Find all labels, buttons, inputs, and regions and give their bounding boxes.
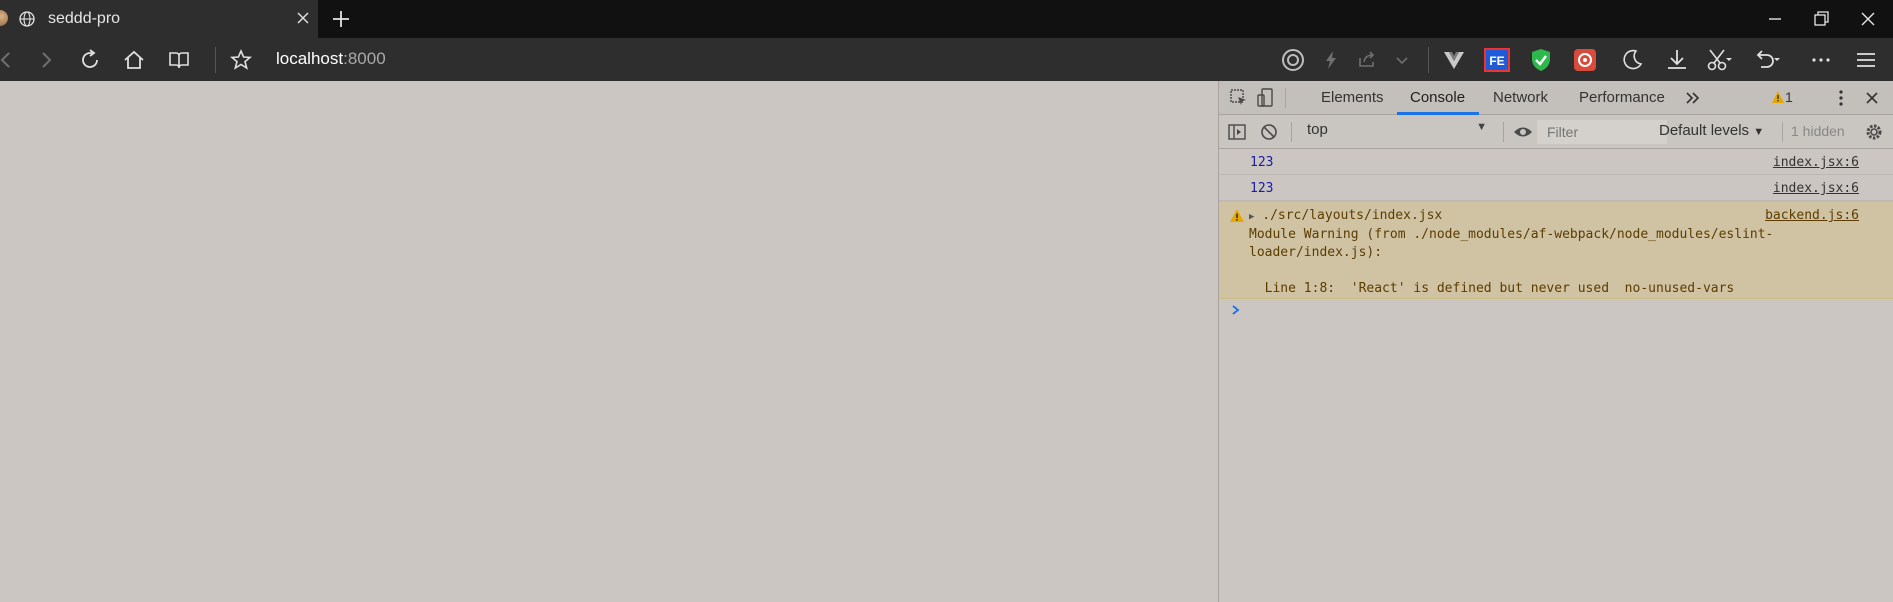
caret-down-icon: ▼ — [1476, 121, 1487, 133]
close-tab-icon[interactable] — [294, 9, 312, 27]
warning-count-badge[interactable]: 1 — [1772, 89, 1793, 105]
clear-console-icon[interactable] — [1259, 122, 1279, 142]
devtools-tab-bar: Elements Console Network Performance 1 — [1219, 81, 1893, 115]
address-bar[interactable]: localhost:8000 — [276, 49, 386, 69]
live-expression-eye-icon[interactable] — [1513, 122, 1533, 142]
devtools-panel: Elements Console Network Performance 1 t… — [1218, 81, 1893, 602]
separator — [1782, 122, 1783, 142]
console-log-row: 123 index.jsx:6 — [1219, 175, 1893, 201]
tab-network[interactable]: Network — [1493, 89, 1548, 106]
warning-source-link[interactable]: backend.js:6 — [1765, 208, 1859, 223]
hamburger-menu-icon[interactable] — [1852, 46, 1880, 74]
console-log-row: 123 index.jsx:6 — [1219, 149, 1893, 175]
undo-icon[interactable] — [1752, 46, 1780, 74]
show-sidebar-icon[interactable] — [1227, 122, 1247, 142]
restore-icon[interactable] — [1811, 8, 1833, 30]
navigation-bar: localhost:8000 FE — [0, 38, 1893, 81]
page-viewport[interactable] — [0, 81, 1218, 602]
warning-path: ./src/layouts/index.jsx — [1262, 208, 1443, 223]
url-host: localhost — [276, 49, 344, 68]
console-messages: 123 index.jsx:6 123 index.jsx:6 ▶ ./src/… — [1219, 149, 1893, 325]
separator — [1291, 122, 1292, 142]
moon-icon[interactable] — [1618, 46, 1646, 74]
separator — [1428, 47, 1429, 73]
new-tab-icon[interactable] — [330, 8, 352, 30]
fe-helper-icon[interactable]: FE — [1483, 46, 1511, 74]
log-source-link[interactable]: index.jsx:6 — [1773, 155, 1859, 170]
url-port: :8000 — [343, 49, 386, 68]
console-warning-row: ▶ ./src/layouts/index.jsx backend.js:6 M… — [1219, 201, 1893, 299]
console-toolbar: top ▼ Default levels ▼ 1 hidden — [1219, 115, 1893, 149]
globe-icon — [19, 11, 35, 27]
profile-avatar[interactable] — [0, 10, 8, 26]
inspect-element-icon[interactable] — [1229, 88, 1249, 108]
chevron-down-icon[interactable] — [1388, 46, 1416, 74]
log-levels-dropdown[interactable]: Default levels ▼ — [1659, 122, 1764, 139]
tab-elements[interactable]: Elements — [1321, 89, 1384, 106]
reading-view-icon[interactable] — [167, 48, 191, 72]
expand-triangle-icon[interactable]: ▶ — [1249, 212, 1254, 222]
device-toolbar-icon[interactable] — [1256, 88, 1276, 108]
log-source-link[interactable]: index.jsx:6 — [1773, 181, 1859, 196]
log-levels-label: Default levels — [1659, 122, 1750, 139]
tab-title: seddd-pro — [48, 10, 121, 27]
tab-performance[interactable]: Performance — [1579, 89, 1665, 106]
reload-icon[interactable] — [78, 48, 102, 72]
context-selector[interactable]: top ▼ — [1307, 121, 1491, 143]
download-icon[interactable] — [1663, 46, 1691, 74]
tab-bar: seddd-pro — [0, 0, 1893, 38]
target-icon[interactable] — [1279, 46, 1307, 74]
warning-count: 1 — [1785, 89, 1793, 105]
close-window-icon[interactable] — [1857, 8, 1879, 30]
more-tabs-icon[interactable] — [1683, 88, 1703, 108]
kebab-menu-icon[interactable] — [1831, 88, 1851, 108]
separator — [1503, 122, 1504, 142]
svg-text:FE: FE — [1489, 54, 1504, 68]
log-value: 123 — [1250, 155, 1274, 170]
warning-icon — [1772, 91, 1784, 103]
warning-header[interactable]: ▶ ./src/layouts/index.jsx — [1249, 208, 1442, 223]
browser-window: seddd-pro localhost:8000 FE Elements Con… — [0, 0, 1893, 602]
lightning-icon[interactable] — [1317, 46, 1345, 74]
log-value: 123 — [1250, 181, 1274, 196]
scissors-icon[interactable] — [1704, 46, 1732, 74]
favorite-star-icon[interactable] — [229, 48, 253, 72]
share-icon[interactable] — [1353, 46, 1381, 74]
extension-icon[interactable] — [1571, 46, 1599, 74]
warning-icon — [1230, 209, 1244, 222]
close-devtools-icon[interactable] — [1862, 88, 1882, 108]
filter-input[interactable] — [1537, 120, 1667, 144]
shield-check-icon[interactable] — [1527, 46, 1555, 74]
settings-gear-icon[interactable] — [1864, 122, 1884, 142]
hidden-count: 1 hidden — [1791, 123, 1845, 139]
home-icon[interactable] — [122, 48, 146, 72]
warning-message: Module Warning (from ./node_modules/af-w… — [1249, 227, 1774, 296]
caret-down-icon: ▼ — [1753, 126, 1765, 138]
prompt-chevron-icon — [1232, 305, 1240, 315]
console-prompt[interactable] — [1219, 299, 1893, 325]
minimize-icon[interactable] — [1764, 8, 1786, 30]
separator — [1285, 88, 1286, 108]
separator — [215, 47, 216, 73]
browser-tab[interactable]: seddd-pro — [0, 0, 318, 38]
back-icon[interactable] — [0, 48, 18, 72]
context-value: top — [1307, 121, 1328, 138]
tab-console[interactable]: Console — [1410, 89, 1465, 106]
more-menu-icon[interactable] — [1807, 46, 1835, 74]
forward-icon[interactable] — [34, 48, 58, 72]
vue-devtools-icon[interactable] — [1440, 46, 1468, 74]
